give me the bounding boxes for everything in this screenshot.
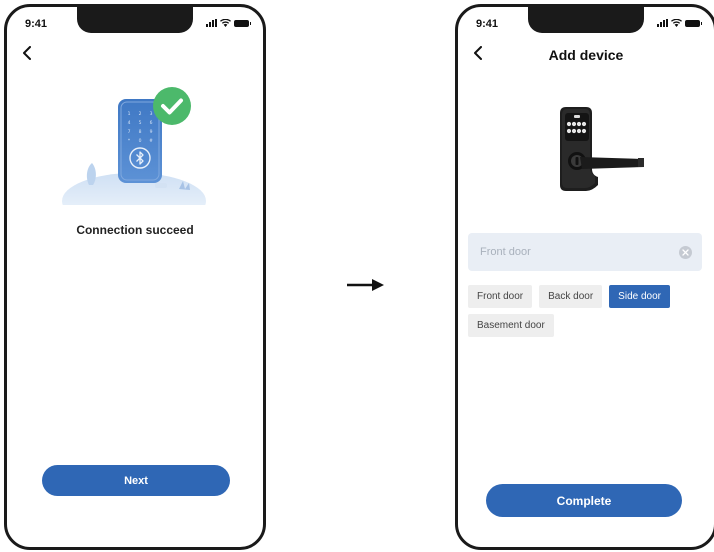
back-arrow-icon (23, 46, 31, 60)
keypad-key: 2 (139, 111, 142, 117)
connection-success-message: Connection succeed (76, 223, 194, 237)
signal-icon (657, 19, 668, 27)
phone-add-device-screen: 9:41 Add device Front door Front door Ba… (455, 4, 714, 550)
name-suggestions: Front door Back door Side door Basement … (468, 285, 702, 337)
phone-connection-screen: 9:41 1 2 3 4 5 6 7 8 9 * 0 # Connection … (4, 4, 266, 550)
connection-illustration: 1 2 3 4 5 6 7 8 9 * 0 # (59, 85, 209, 229)
status-icons (657, 19, 702, 27)
complete-button[interactable]: Complete (486, 484, 682, 517)
clear-icon (682, 248, 689, 256)
keypad-key: 4 (128, 120, 131, 126)
phone-notch (77, 7, 193, 33)
clear-input-button[interactable] (679, 245, 692, 259)
page-title: Add device (548, 47, 624, 63)
keypad-key: # (149, 138, 153, 144)
suggestion-back-door[interactable]: Back door (539, 285, 603, 308)
keypad-key: 6 (150, 120, 153, 126)
device-name-field (468, 233, 702, 271)
device-name-input[interactable] (468, 233, 679, 271)
smart-lock-image (552, 103, 646, 197)
next-button[interactable]: Next (42, 465, 230, 496)
suggestion-side-door[interactable]: Side door (609, 285, 670, 308)
suggestion-front-door[interactable]: Front door (468, 285, 533, 308)
keypad-key: 7 (128, 129, 131, 135)
suggestion-basement-door[interactable]: Basement door (468, 314, 554, 337)
keypad-key: 1 (128, 111, 131, 117)
keypad-key: 3 (150, 111, 153, 117)
battery-icon (685, 19, 702, 27)
status-icons (206, 19, 251, 27)
status-time: 9:41 (476, 18, 499, 30)
signal-icon (206, 19, 217, 27)
status-time: 9:41 (25, 18, 48, 30)
battery-icon (234, 19, 251, 27)
keypad-key: 9 (150, 129, 153, 135)
check-icon (153, 87, 191, 125)
back-button[interactable] (17, 43, 37, 63)
keypad-key: 0 (139, 138, 142, 144)
keypad-key: 5 (139, 120, 142, 126)
keypad-key: 8 (139, 129, 142, 135)
wifi-icon (220, 19, 231, 27)
phone-notch (528, 7, 644, 33)
wifi-icon (671, 19, 682, 27)
flow-arrow-icon (346, 277, 386, 293)
